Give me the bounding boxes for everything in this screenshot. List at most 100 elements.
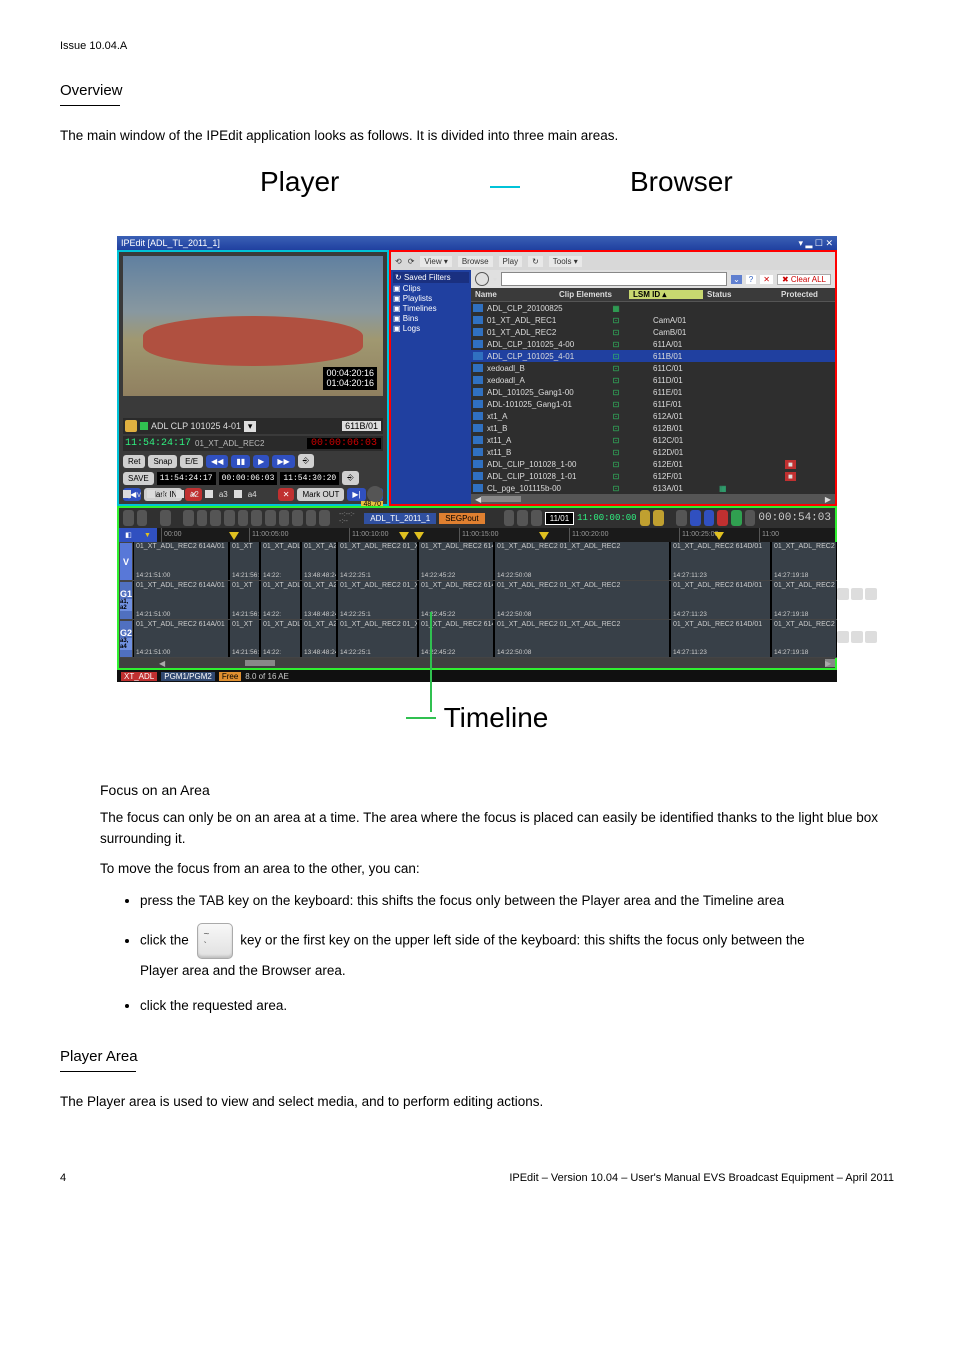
clip-segment[interactable]: 01_XT_A213:48:48:24 [301, 581, 337, 619]
clip-segment[interactable]: 01_XT14:21:56:18 [229, 542, 260, 580]
list-item[interactable]: ADL_CLIP_101028_1-01⊡612F/01■ [471, 470, 835, 482]
browser-scrollbar[interactable]: ◀▶ [471, 494, 835, 504]
clip-segment[interactable]: 01_XT_ADL_REC2 614D/0114:27:11:23 [670, 620, 771, 658]
clip-segment[interactable]: 01_XT_ADL_REC2 01_XT_ADL_REC214:22:50:08 [494, 542, 670, 580]
list-item[interactable]: ADL_CLIP_101028_1-00⊡612E/01■ [471, 458, 835, 470]
timeline-name[interactable]: ADL_TL_2011_1 [364, 513, 436, 524]
clip-segment[interactable]: 01_XT_ADL_REC2 614A/0114:21:51:00 [133, 581, 229, 619]
tl-play[interactable] [704, 510, 715, 526]
tl-mk-left[interactable] [640, 510, 651, 526]
chan-a3-check[interactable] [205, 490, 213, 498]
dur-tc[interactable]: 00:00:06:03 [219, 472, 278, 485]
clip-segment[interactable]: 01_XT_A213:48:48:24 [301, 620, 337, 658]
tl-btn-1[interactable] [123, 510, 134, 526]
tl-edit-6[interactable] [251, 510, 262, 526]
list-item[interactable]: 01_XT_ADL_REC1⊡CamA/01 [471, 314, 835, 326]
list-item[interactable]: ADL_CLP_101025_4-01⊡611B/01 [471, 350, 835, 362]
tl-edit-8[interactable] [279, 510, 290, 526]
out-tc[interactable]: 11:54:30:20 [280, 472, 339, 485]
clip-segment[interactable]: 01_XT_ADL_REC2 614D/0114:27:11:23 [670, 581, 771, 619]
tl-go[interactable] [731, 510, 742, 526]
snap-button[interactable]: Snap [148, 455, 177, 468]
list-item[interactable]: xt1_B⊡612B/01 [471, 422, 835, 434]
clip-segment[interactable]: 01_XT_ADL_REC214:27:19:18 [771, 620, 837, 658]
tools-menu[interactable]: Tools ▾ [549, 256, 582, 267]
g2-link-icon[interactable] [851, 631, 863, 643]
chan-a1-check[interactable] [147, 490, 155, 498]
tree-clips[interactable]: ▣ Clips [393, 284, 469, 293]
list-item[interactable]: xt11_A⊡612C/01 [471, 434, 835, 446]
track-g1[interactable]: G1 a1, a2 [119, 581, 133, 620]
clip-segment[interactable]: 01_XT_ADL_REC2 614D/0114:27:11:23 [670, 542, 771, 580]
clip-segment[interactable]: 01_XT_ADL_14:22: [260, 620, 301, 658]
clip-segment[interactable]: 01_XT_ADL_REC214:27:19:18 [771, 542, 837, 580]
video-preview[interactable]: 00:04:20:16 01:04:20:16 [123, 256, 383, 396]
timeline-scrollbar[interactable]: ◀ ▶ [119, 658, 835, 668]
clip-segment[interactable]: 01_XT_A213:48:48:24 [301, 542, 337, 580]
clip-segment[interactable]: 01_XT_ADL_REC2 01_XT_ADL_REC214:22:25:1 [337, 542, 418, 580]
tl-mk-right[interactable] [653, 510, 664, 526]
track-v[interactable]: V [119, 542, 133, 581]
in-tc[interactable]: 11:54:24:17 [157, 472, 216, 485]
clip-segment[interactable]: 01_XT_ADL_REC2 01_XT_ADL_REC214:22:50:08 [494, 581, 670, 619]
tl-btn-rec[interactable] [160, 510, 171, 526]
list-item[interactable]: xt1_A⊡612A/01 [471, 410, 835, 422]
timeline-tracks[interactable]: 01_XT_ADL_REC2 614A/0114:21:51:00 01_XT1… [133, 542, 837, 658]
tree-timelines[interactable]: ▣ Timelines [393, 304, 469, 313]
pause-button[interactable]: ▮▮ [231, 455, 250, 468]
clip-segment[interactable]: 01_XT_ADL_14:22: [260, 542, 301, 580]
saved-filters-header[interactable]: ↻ Saved Filters [393, 272, 469, 283]
browser-rows[interactable]: ADL_CLP_20100825▦01_XT_ADL_REC1⊡CamA/010… [471, 302, 835, 494]
tl-edit-back[interactable] [319, 510, 330, 526]
search-input[interactable] [501, 272, 727, 286]
dropdown-icon[interactable]: ▾ [244, 421, 256, 432]
close-icon[interactable]: ✕ [760, 275, 773, 284]
track-row[interactable]: 01_XT_ADL_REC2 614A/0114:21:51:00 01_XT1… [133, 581, 837, 620]
chan-a4-check[interactable] [234, 490, 242, 498]
clear-all-button[interactable]: ✖ Clear ALL [777, 274, 831, 285]
window-buttons[interactable]: ▾ ▂ ☐ ✕ [798, 236, 833, 250]
tl-edit-3[interactable] [210, 510, 221, 526]
tl-edit-4[interactable] [224, 510, 235, 526]
tl-zoom-1[interactable] [504, 510, 515, 526]
ee-button[interactable]: E/E [180, 455, 203, 468]
save-button[interactable]: SAVE [123, 472, 154, 485]
clip-segment[interactable]: 01_XT_ADL_14:22: [260, 581, 301, 619]
tl-rec[interactable] [717, 510, 728, 526]
play-menu[interactable]: Play [499, 256, 523, 267]
clip-segment[interactable]: 01_XT_ADL_REC2 614A/0114:21:51:00 [133, 542, 229, 580]
goto-button[interactable]: ⎆ [298, 454, 314, 468]
tree-bins[interactable]: ▣ Bins [393, 314, 469, 323]
view-menu[interactable]: View ▾ [420, 256, 451, 267]
list-item[interactable]: ADL-101025_Gang1-01⊡611F/01 [471, 398, 835, 410]
tree-logs[interactable]: ▣ Logs [393, 324, 469, 333]
timeline-ruler[interactable]: ◧▼ 00:00 11:00:05:00 11:00:10:00 11:00:1… [119, 528, 835, 542]
track-labels[interactable]: V G1 a1, a2 G2 a3, a4 [119, 542, 133, 658]
list-item[interactable]: xedoadl_A⊡611D/01 [471, 374, 835, 386]
tree-panel[interactable]: ↻ Saved Filters ▣ Clips ▣ Playlists ▣ Ti… [391, 270, 471, 504]
append-button[interactable]: ⎆ [342, 471, 358, 485]
clip-segment[interactable]: 01_XT_ADL_REC2 01_XT_ADL_REC214:22:25:1 [337, 620, 418, 658]
tl-pause[interactable] [690, 510, 701, 526]
clip-segment[interactable]: 01_XT14:21:56:18 [229, 620, 260, 658]
browse-menu[interactable]: Browse [458, 256, 493, 267]
clip-segment[interactable]: 01_XT_ADL_REC2 614A/0114:21:51:00 [133, 620, 229, 658]
list-item[interactable]: ADL_101025_Gang1-00⊡611E/01 [471, 386, 835, 398]
track-row[interactable]: 01_XT_ADL_REC2 614A/0114:21:51:00 01_XT1… [133, 542, 837, 581]
play-button[interactable]: ▶ [253, 455, 269, 468]
next-button[interactable]: ▶▶ [272, 455, 294, 468]
tl-edit-5[interactable] [238, 510, 249, 526]
list-item[interactable]: ADL_CLP_101025_4-00⊡611A/01 [471, 338, 835, 350]
prev-button[interactable]: ◀◀ [206, 455, 228, 468]
tl-edit-1[interactable] [183, 510, 194, 526]
clip-segment[interactable]: 01_XT_ADL_REC2 01_XT_ADL_REC214:22:25:1 [337, 581, 418, 619]
help-icon[interactable]: ? [746, 275, 756, 284]
clip-segment[interactable]: 01_XT_ADL_REC2 614C/0114:22:45:22 [418, 542, 494, 580]
tree-playlists[interactable]: ▣ Playlists [393, 294, 469, 303]
chan-a2-check[interactable] [176, 490, 184, 498]
track-g2[interactable]: G2 a3, a4 [119, 620, 133, 659]
list-item[interactable]: xt11_B⊡612D/01 [471, 446, 835, 458]
tl-zoom-2[interactable] [517, 510, 528, 526]
search-combo[interactable]: ⌄ [731, 275, 742, 284]
list-item[interactable]: xedoadl_B⊡611C/01 [471, 362, 835, 374]
